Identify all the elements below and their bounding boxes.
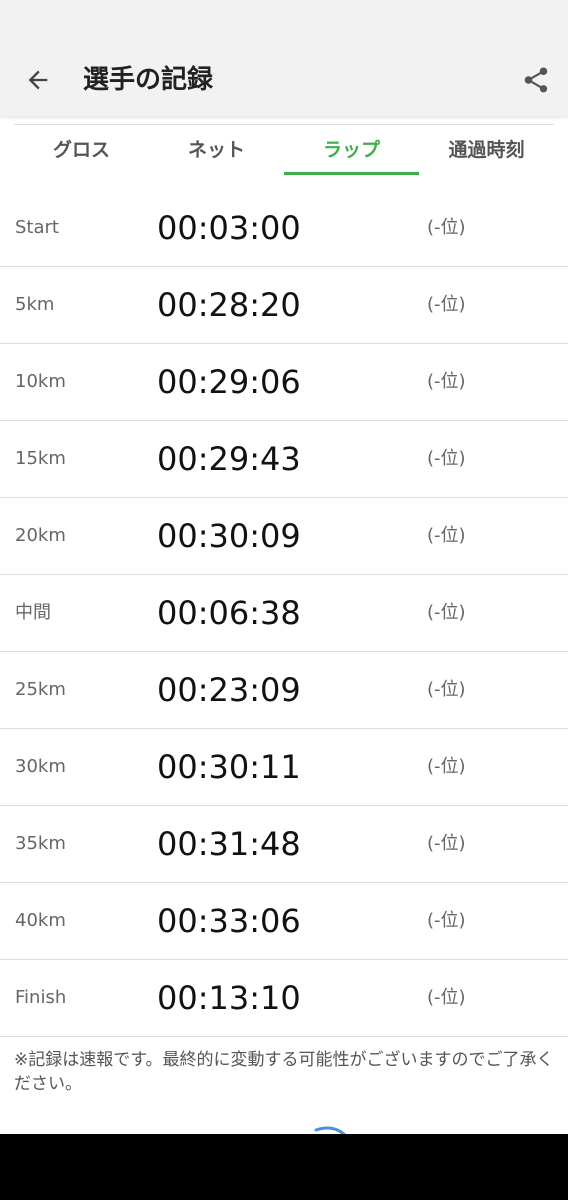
record-point: 35km — [15, 833, 66, 854]
record-row-15km: 15km 00:29:43 (-位) — [0, 421, 568, 498]
record-row-finish: Finish 00:13:10 (-位) — [0, 960, 568, 1037]
record-rank: (-位) — [427, 679, 466, 700]
record-row-25km: 25km 00:23:09 (-位) — [0, 652, 568, 729]
share-button[interactable] — [512, 56, 560, 104]
record-rank: (-位) — [427, 910, 466, 931]
record-point: 中間 — [15, 602, 51, 623]
record-point: 20km — [15, 525, 66, 546]
record-time: 00:28:20 — [157, 286, 301, 324]
record-time: 00:13:10 — [157, 979, 301, 1017]
record-rank: (-位) — [427, 833, 466, 854]
record-time: 00:03:00 — [157, 209, 301, 247]
record-time: 00:29:06 — [157, 363, 301, 401]
tab-bar: グロス ネット ラップ 通過時刻 — [14, 125, 554, 175]
record-row-start: Start 00:03:00 (-位) — [0, 190, 568, 267]
record-time: 00:31:48 — [157, 825, 301, 863]
status-bar — [0, 0, 568, 44]
tab-gross[interactable]: グロス — [14, 125, 149, 175]
record-row-30km: 30km 00:30:11 (-位) — [0, 729, 568, 806]
record-rank: (-位) — [427, 217, 466, 238]
record-time: 00:29:43 — [157, 440, 301, 478]
record-row-20km: 20km 00:30:09 (-位) — [0, 498, 568, 575]
record-point: 30km — [15, 756, 66, 777]
system-navigation-bar — [0, 1134, 568, 1200]
arrow-left-icon — [28, 70, 48, 90]
record-rank: (-位) — [427, 371, 466, 392]
record-rank: (-位) — [427, 602, 466, 623]
record-row-35km: 35km 00:31:48 (-位) — [0, 806, 568, 883]
back-button[interactable] — [14, 56, 62, 104]
record-point: 40km — [15, 910, 66, 931]
record-row-half: 中間 00:06:38 (-位) — [0, 575, 568, 652]
record-row-5km: 5km 00:28:20 (-位) — [0, 267, 568, 344]
record-point: 25km — [15, 679, 66, 700]
app-bar: 選手の記録 — [0, 44, 568, 116]
share-icon — [524, 67, 548, 93]
record-point: 15km — [15, 448, 66, 469]
record-rank: (-位) — [427, 756, 466, 777]
record-time: 00:06:38 — [157, 594, 301, 632]
record-rank: (-位) — [427, 987, 466, 1008]
record-rank: (-位) — [427, 294, 466, 315]
tab-net[interactable]: ネット — [149, 125, 284, 175]
disclaimer-note: ※記録は速報です。最終的に変動する可能性がございますのでご了承ください。 — [14, 1050, 554, 1094]
record-time: 00:30:11 — [157, 748, 301, 786]
record-time: 00:30:09 — [157, 517, 301, 555]
record-row-10km: 10km 00:29:06 (-位) — [0, 344, 568, 421]
record-time: 00:23:09 — [157, 671, 301, 709]
record-list: Start 00:03:00 (-位) 5km 00:28:20 (-位) 10… — [0, 190, 568, 1037]
record-point: Start — [15, 217, 59, 238]
record-row-40km: 40km 00:33:06 (-位) — [0, 883, 568, 960]
record-rank: (-位) — [427, 448, 466, 469]
record-time: 00:33:06 — [157, 902, 301, 940]
record-rank: (-位) — [427, 525, 466, 546]
tab-passing-time[interactable]: 通過時刻 — [419, 125, 554, 175]
record-point: 5km — [15, 294, 55, 315]
tab-lap[interactable]: ラップ — [284, 125, 419, 175]
record-point: Finish — [15, 987, 67, 1008]
page-title: 選手の記録 — [83, 65, 214, 95]
record-point: 10km — [15, 371, 66, 392]
